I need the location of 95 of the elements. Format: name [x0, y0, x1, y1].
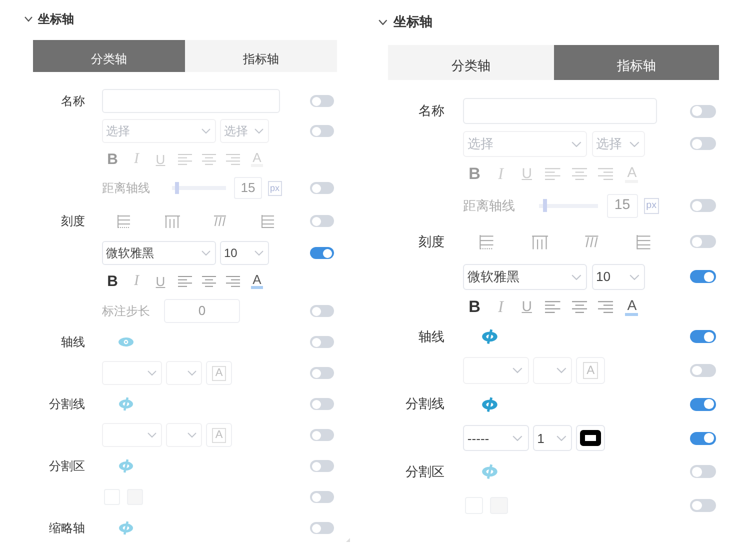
crossed-eye-icon[interactable] [118, 521, 134, 535]
italic-button[interactable]: I [126, 272, 147, 290]
crossed-eye-icon[interactable] [480, 329, 498, 344]
toggle-switch[interactable] [310, 398, 334, 410]
tab[interactable]: 指标轴 [554, 44, 720, 80]
dropdown-select[interactable]: ----- [463, 424, 529, 452]
toggle-switch[interactable] [690, 398, 716, 411]
chevron-down-icon [628, 140, 640, 148]
toggle-switch[interactable] [690, 432, 716, 445]
chevron-down-icon [201, 128, 211, 134]
eye-icon[interactable] [118, 337, 134, 347]
chevron-down-icon [187, 370, 197, 376]
chevron-down-icon [187, 432, 197, 438]
field-label: 刻度 [418, 234, 445, 249]
bold-button[interactable]: B [102, 272, 123, 290]
tab[interactable]: 分类轴 [388, 44, 554, 80]
tab[interactable]: 指标轴 [185, 40, 337, 72]
field-label: 轴线 [418, 328, 445, 344]
toggle-switch[interactable] [690, 499, 716, 512]
toggle-switch[interactable] [690, 330, 716, 344]
tick-grid-icon [260, 214, 276, 228]
chevron-down-icon [254, 128, 264, 134]
toggle-switch[interactable] [690, 270, 716, 284]
toggle-switch[interactable] [310, 491, 334, 503]
italic-button[interactable]: I [489, 297, 512, 318]
dropdown-select[interactable]: 10 [220, 241, 269, 265]
align-right-icon [598, 300, 613, 314]
chevron-down-icon [556, 367, 567, 374]
chevron-down-icon [571, 140, 582, 148]
align-right-icon [226, 152, 240, 166]
chevron-down-icon [628, 274, 640, 280]
chevron-down-icon [556, 434, 567, 442]
align-left-icon [178, 152, 192, 166]
align-center-icon [202, 152, 216, 166]
field-label: 名称 [61, 94, 85, 108]
field-label: 刻度 [61, 214, 85, 228]
field-label: 缩略轴 [49, 520, 85, 534]
tick-outside-icon [530, 234, 548, 250]
underline-button[interactable]: U [515, 299, 538, 316]
align-center-icon [202, 274, 216, 288]
dropdown-select[interactable]: 1 [532, 424, 572, 452]
chevron-down-icon [571, 274, 582, 280]
align-center-icon [572, 167, 587, 182]
crossed-eye-icon[interactable] [118, 459, 134, 473]
field-label: 分割区 [49, 458, 85, 472]
dropdown-select[interactable]: 微软雅黑 [463, 264, 588, 290]
bold-button[interactable]: B [463, 298, 486, 317]
chevron-down-icon [147, 432, 157, 438]
distance-label: 距离轴线 [463, 196, 516, 215]
field-label: 轴线 [61, 334, 85, 348]
tick-outside-icon [164, 214, 180, 228]
toggle-switch[interactable] [310, 95, 334, 107]
align-left-icon [545, 167, 561, 182]
color-picker[interactable] [576, 424, 605, 452]
toggle-switch[interactable] [310, 215, 334, 227]
field-label: 分割线 [49, 396, 85, 410]
toggle-switch[interactable] [690, 465, 716, 478]
align-left-icon [178, 274, 192, 288]
dropdown-select[interactable]: 微软雅黑 [102, 241, 216, 265]
chevron-down-icon [201, 250, 211, 256]
tick-inside-icon [116, 214, 132, 228]
align-right-icon [226, 274, 240, 288]
toggle-switch[interactable] [690, 104, 716, 118]
crossed-eye-icon[interactable] [118, 397, 134, 411]
unit-label: px [644, 198, 659, 214]
chevron-down-icon [254, 250, 264, 256]
font-color-button[interactable]: A [251, 273, 263, 289]
toggle-switch[interactable] [310, 522, 334, 534]
unit-label: px [268, 180, 282, 196]
distance-label: 距离轴线 [102, 180, 151, 196]
section-title[interactable]: 坐标轴 [38, 10, 74, 28]
step-label: 标注步长 [102, 302, 151, 320]
toggle-switch[interactable] [690, 235, 716, 248]
tick-grid-icon [635, 234, 653, 250]
dropdown-select[interactable]: 10 [592, 264, 646, 290]
chevron-down-icon [512, 434, 524, 442]
align-right-icon [598, 167, 613, 182]
field-label: 名称 [418, 103, 445, 118]
toggle-switch[interactable] [310, 247, 334, 259]
tick-slanted-icon [212, 214, 228, 228]
field-label: 分割区 [406, 464, 445, 479]
tab[interactable]: 分类轴 [33, 40, 185, 72]
toggle-switch[interactable] [310, 336, 334, 348]
field-label: 分割线 [406, 396, 445, 412]
align-center-icon [572, 300, 587, 314]
toggle-switch[interactable] [310, 460, 334, 472]
align-left-icon [545, 300, 561, 314]
crossed-eye-icon[interactable] [480, 464, 498, 480]
section-title[interactable]: 坐标轴 [393, 12, 432, 31]
chevron-down-icon [512, 367, 524, 374]
font-color-button[interactable]: A [625, 298, 638, 316]
crossed-eye-icon[interactable] [480, 396, 498, 412]
tick-inside-icon [478, 234, 496, 250]
chevron-down-icon [147, 370, 157, 376]
underline-button[interactable]: U [150, 274, 171, 288]
